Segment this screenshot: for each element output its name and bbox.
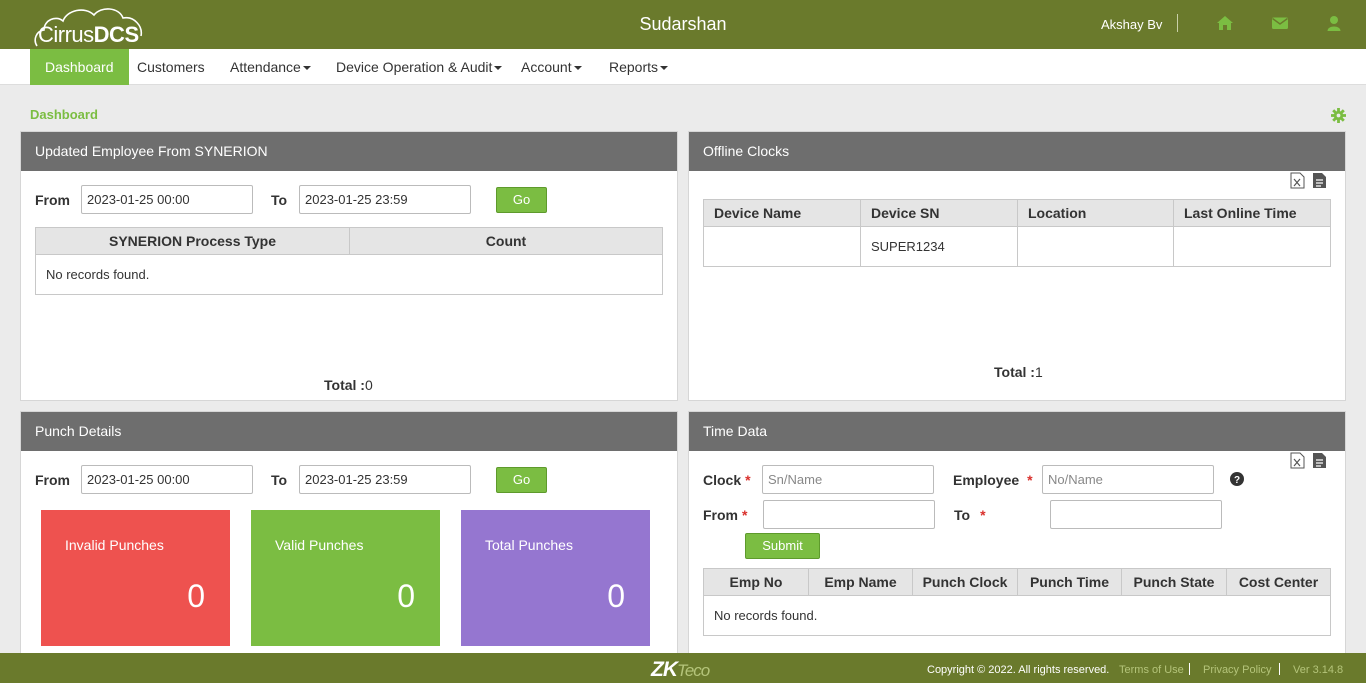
panel-title: Offline Clocks (689, 132, 1345, 171)
home-icon[interactable] (1216, 14, 1234, 32)
nav-customers[interactable]: Customers (122, 49, 220, 85)
column-header[interactable]: SYNERION Process Type (35, 227, 350, 255)
zkteco-logo: ZKTeco (651, 658, 710, 681)
privacy-link[interactable]: Privacy Policy (1203, 664, 1271, 676)
terms-link[interactable]: Terms of Use (1119, 664, 1184, 676)
valid-punches-tile[interactable]: Valid Punches 0 (251, 510, 440, 646)
column-header[interactable]: Count (349, 227, 663, 255)
clock-input[interactable] (762, 465, 934, 494)
tile-label: Total Punches (485, 537, 573, 553)
user-name-link[interactable]: Akshay Bv (1101, 17, 1162, 32)
version-text: Ver 3.14.8 (1293, 664, 1344, 676)
table-row[interactable]: SUPER1234 (703, 226, 1331, 267)
total-count: Total :0 (324, 377, 373, 393)
clock-label: Clock * (703, 472, 751, 488)
from-date-input[interactable] (81, 465, 253, 494)
table-cell (703, 226, 861, 267)
table-cell: SUPER1234 (860, 226, 1018, 267)
tile-value: 0 (607, 578, 625, 614)
table-cell (1017, 226, 1174, 267)
gear-icon[interactable] (1331, 108, 1346, 123)
nav-attendance[interactable]: Attendance (215, 49, 326, 85)
from-label: From (35, 192, 70, 208)
envelope-icon[interactable] (1271, 14, 1289, 32)
column-header[interactable]: Emp Name (808, 568, 913, 596)
document-export-icon[interactable] (1312, 172, 1327, 189)
to-date-input[interactable] (299, 465, 471, 494)
time-data-table: Emp No Emp Name Punch Clock Punch Time P… (703, 568, 1331, 636)
panel-title: Time Data (689, 412, 1345, 451)
to-label: To (271, 192, 288, 208)
user-icon[interactable] (1325, 14, 1343, 32)
caret-down-icon (494, 66, 503, 71)
caret-down-icon (660, 66, 669, 71)
caret-down-icon (573, 66, 582, 71)
to-datetime-input[interactable] (1050, 500, 1222, 529)
go-button[interactable]: Go (496, 187, 547, 213)
synerion-table: SYNERION Process Type Count No records f… (35, 227, 663, 295)
column-header[interactable]: Punch Time (1017, 568, 1122, 596)
header-divider (1177, 14, 1178, 32)
document-export-icon[interactable] (1312, 452, 1327, 469)
column-header[interactable]: Last Online Time (1173, 199, 1331, 227)
tile-label: Invalid Punches (65, 537, 164, 553)
table-cell (1173, 226, 1331, 267)
offline-clocks-table: Device Name Device SN Location Last Onli… (703, 199, 1331, 267)
to-label: To (271, 472, 288, 488)
column-header[interactable]: Location (1017, 199, 1174, 227)
total-count: Total :1 (994, 364, 1043, 380)
nav-device-operation-audit[interactable]: Device Operation & Audit (321, 49, 517, 85)
from-label: From * (703, 507, 748, 523)
time-data-panel: Time Data Clock* Employee* ? From* To* S… (688, 411, 1346, 661)
column-header[interactable]: Device SN (860, 199, 1018, 227)
column-header[interactable]: Emp No (703, 568, 809, 596)
panel-title: Punch Details (21, 412, 677, 451)
empty-message: No records found. (35, 254, 663, 295)
empty-message: No records found. (703, 595, 1331, 636)
column-header[interactable]: Punch Clock (912, 568, 1018, 596)
column-header[interactable]: Punch State (1121, 568, 1227, 596)
submit-button[interactable]: Submit (745, 533, 820, 559)
footer: ZKTeco Copyright © 2022. All rights rese… (0, 653, 1366, 683)
top-header: CirrusDCS Sudarshan Akshay Bv (0, 0, 1366, 49)
punch-details-panel: Punch Details From To Go Invalid Punches… (20, 411, 678, 661)
footer-divider (1189, 663, 1190, 675)
synerion-panel: Updated Employee From SYNERION From To G… (20, 131, 678, 401)
column-header[interactable]: Device Name (703, 199, 861, 227)
footer-divider (1279, 663, 1280, 675)
from-date-input[interactable] (81, 185, 253, 214)
panel-title: Updated Employee From SYNERION (21, 132, 677, 171)
caret-down-icon (302, 66, 311, 71)
invalid-punches-tile[interactable]: Invalid Punches 0 (41, 510, 230, 646)
go-button[interactable]: Go (496, 467, 547, 493)
main-nav: Dashboard Customers Attendance Device Op… (0, 49, 1366, 85)
from-label: From (35, 472, 70, 488)
copyright-text: Copyright © 2022. All rights reserved. (927, 664, 1110, 676)
question-circle-icon[interactable]: ? (1230, 472, 1244, 486)
nav-dashboard[interactable]: Dashboard (30, 49, 129, 85)
offline-clocks-panel: Offline Clocks Device Name Device SN Loc… (688, 131, 1346, 401)
to-date-input[interactable] (299, 185, 471, 214)
tile-value: 0 (187, 578, 205, 614)
total-punches-tile[interactable]: Total Punches 0 (461, 510, 650, 646)
excel-export-icon[interactable] (1290, 452, 1305, 469)
nav-reports[interactable]: Reports (594, 49, 683, 85)
tile-label: Valid Punches (275, 537, 364, 553)
svg-text:?: ? (1234, 475, 1240, 486)
column-header[interactable]: Cost Center (1226, 568, 1331, 596)
tile-value: 0 (397, 578, 415, 614)
employee-label: Employee * (953, 472, 1033, 488)
to-label: To * (954, 507, 986, 523)
nav-account[interactable]: Account (506, 49, 597, 85)
breadcrumb[interactable]: Dashboard (30, 107, 98, 122)
employee-input[interactable] (1042, 465, 1214, 494)
excel-export-icon[interactable] (1290, 172, 1305, 189)
from-datetime-input[interactable] (763, 500, 935, 529)
